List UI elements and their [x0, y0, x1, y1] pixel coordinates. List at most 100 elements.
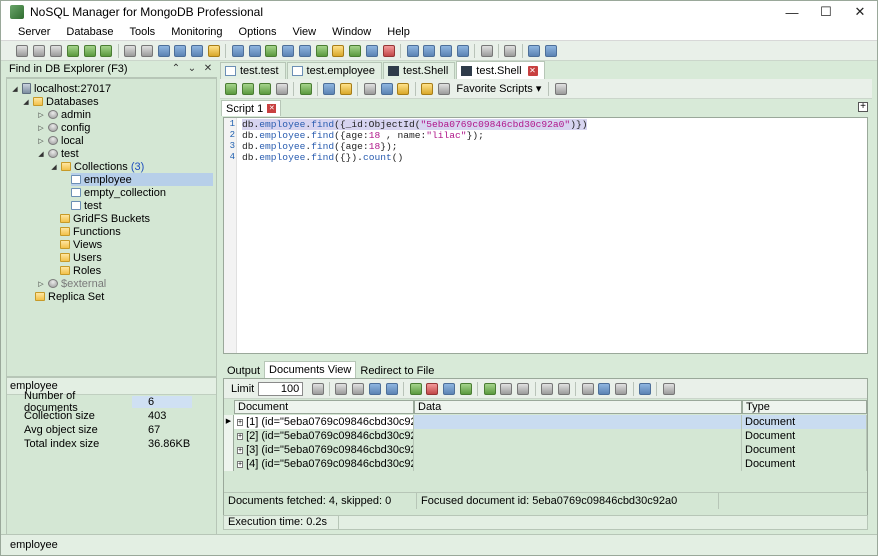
run-to-cursor-icon[interactable] [258, 82, 271, 95]
tree-functions[interactable]: Functions [60, 225, 121, 238]
star-remove-icon[interactable] [437, 82, 450, 95]
menu-server[interactable]: Server [1, 26, 56, 38]
tree-collection-employee[interactable]: employee [71, 173, 213, 186]
compare-icon[interactable] [366, 44, 379, 57]
table-view-icon[interactable] [598, 382, 611, 395]
tree-db-admin[interactable]: ▷ admin [37, 108, 91, 121]
menu-help[interactable]: Help [377, 26, 416, 38]
edit-icon[interactable] [66, 44, 79, 57]
menu-database[interactable]: Database [56, 26, 119, 38]
user-icon[interactable] [191, 44, 204, 57]
tree-db-test[interactable]: ◢ test [37, 147, 78, 160]
tree-db-config[interactable]: ▷ config [37, 121, 90, 134]
copy-icon[interactable] [363, 82, 376, 95]
expand-all-icon[interactable] [541, 382, 553, 395]
table-icon[interactable] [248, 44, 261, 57]
grid-icon[interactable] [174, 44, 187, 57]
tree-db-external[interactable]: ▷ $external [37, 277, 106, 290]
tree-users[interactable]: Users [60, 251, 102, 264]
run-options-icon[interactable] [299, 82, 312, 95]
windows-icon[interactable] [440, 44, 453, 57]
tree-gridfs[interactable]: GridFS Buckets [60, 212, 150, 225]
restore-icon[interactable] [349, 44, 362, 57]
tab-test-employee[interactable]: test.employee [286, 62, 383, 79]
new-server-icon[interactable] [49, 44, 62, 57]
column-header-type[interactable]: Type [742, 400, 867, 414]
stop-icon[interactable] [275, 82, 288, 95]
favorite-scripts-dropdown[interactable]: Favorite Scripts ▾ [456, 82, 541, 95]
collection-icon[interactable] [140, 44, 153, 57]
star-icon[interactable] [421, 82, 434, 95]
paste-icon[interactable] [380, 82, 393, 95]
disconnect-icon[interactable] [33, 44, 46, 57]
add-field-icon[interactable] [483, 382, 496, 395]
close-tab-icon[interactable]: ✕ [527, 65, 538, 76]
expand-icon[interactable]: ▷ [37, 137, 45, 145]
tree-collection-empty[interactable]: empty_collection [71, 186, 166, 199]
tree-replica-set[interactable]: Replica Set [35, 290, 104, 303]
next-record-icon[interactable] [368, 382, 381, 395]
tile-icon[interactable] [456, 44, 469, 57]
table-row[interactable]: + [2] (id="5eba0769c09846cbd30c92a... Doc… [224, 429, 867, 443]
save-icon[interactable] [323, 82, 336, 95]
code-editor[interactable]: 1 2 3 4 db.employee.find({_id:ObjectId("… [223, 117, 868, 354]
minimize-button[interactable]: — [775, 1, 809, 23]
tree-view-icon[interactable] [581, 382, 594, 395]
tree-roles[interactable]: Roles [60, 264, 101, 277]
export-icon[interactable] [282, 44, 295, 57]
menu-tools[interactable]: Tools [120, 26, 162, 38]
expand-icon[interactable]: + [237, 432, 244, 440]
expand-icon[interactable]: ▷ [37, 124, 45, 132]
options-icon[interactable] [504, 44, 517, 57]
drop-icon[interactable] [382, 44, 395, 57]
limit-input[interactable]: 100 [258, 381, 304, 396]
edit-document-icon[interactable] [443, 382, 456, 395]
tree-collections[interactable]: ◢ Collections (3) [50, 160, 144, 173]
collapse-icon[interactable]: ◢ [22, 98, 30, 106]
last-record-icon[interactable] [385, 382, 398, 395]
table-row[interactable]: ▶ + [1] (id="5eba0769c09846cbd30c92a... D… [224, 415, 867, 429]
tree-collection-test[interactable]: test [71, 199, 102, 212]
tree-views[interactable]: Views [60, 238, 102, 251]
menu-window[interactable]: Window [322, 26, 377, 38]
find-close-icon[interactable]: ✕ [201, 62, 215, 76]
add-script-button[interactable]: + [858, 102, 868, 112]
role-icon[interactable] [207, 44, 220, 57]
tab-redirect-to-file[interactable]: Redirect to File [356, 363, 438, 378]
find-up-icon[interactable]: ⌃ [169, 62, 183, 76]
sync-icon[interactable] [100, 44, 113, 57]
up-icon[interactable] [517, 382, 530, 395]
help-icon[interactable] [528, 44, 541, 57]
table-row[interactable]: + [3] (id="5eba0769c09846cbd30c92a... Doc… [224, 443, 867, 457]
tree-server[interactable]: ◢ localhost:27017 [11, 82, 111, 95]
text-view-icon[interactable] [615, 382, 628, 395]
chart-icon[interactable] [423, 44, 436, 57]
expand-icon[interactable]: ▷ [37, 280, 45, 288]
gear-icon[interactable] [554, 82, 567, 95]
tab-test-shell-active[interactable]: test.Shell ✕ [456, 61, 545, 79]
gear-icon[interactable] [480, 44, 493, 57]
tab-test-test[interactable]: test.test [220, 62, 286, 79]
copy-icon[interactable] [315, 44, 328, 57]
monitor-icon[interactable] [406, 44, 419, 57]
run-icon[interactable] [225, 82, 238, 95]
remove-field-icon[interactable] [500, 382, 513, 395]
delete-document-icon[interactable] [426, 382, 439, 395]
maximize-button[interactable]: ☐ [809, 1, 843, 23]
tab-documents-view[interactable]: Documents View [264, 361, 357, 378]
tab-test-shell[interactable]: test.Shell [383, 62, 456, 79]
menu-options[interactable]: Options [229, 26, 283, 38]
export-icon[interactable] [638, 382, 651, 395]
tab-output[interactable]: Output [223, 363, 264, 378]
format-icon[interactable] [397, 82, 410, 95]
connect-icon[interactable] [16, 44, 29, 57]
query-icon[interactable] [298, 44, 311, 57]
collapse-icon[interactable]: ◢ [50, 163, 58, 171]
import-icon[interactable] [265, 44, 278, 57]
about-icon[interactable] [545, 44, 558, 57]
tree-db-local[interactable]: ▷ local [37, 134, 83, 147]
backup-icon[interactable] [332, 44, 345, 57]
next-page-icon[interactable] [311, 382, 324, 395]
database-icon[interactable] [124, 44, 137, 57]
column-header-data[interactable]: Data [414, 400, 742, 414]
